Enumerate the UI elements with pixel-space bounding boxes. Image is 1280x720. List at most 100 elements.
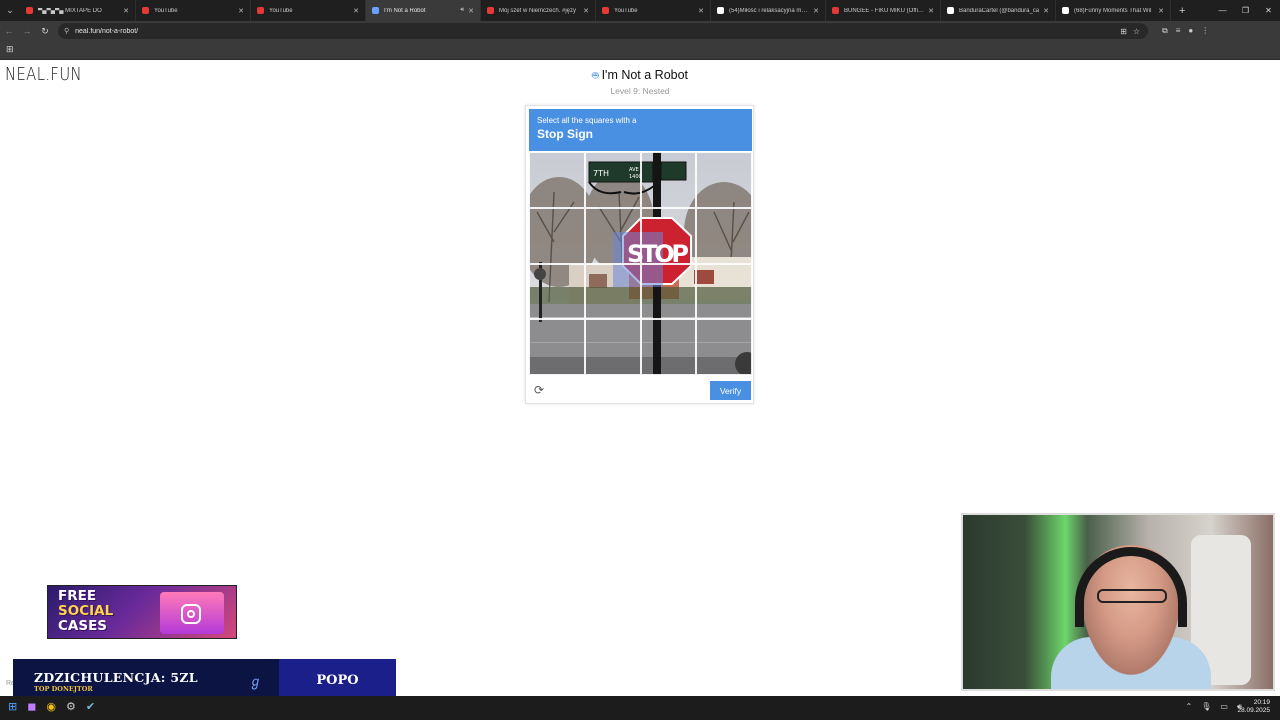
verify-button[interactable]: Verify bbox=[710, 381, 751, 400]
reload-icon[interactable]: ↻ bbox=[36, 21, 54, 41]
page-title: 🤖︎ I'm Not a Robot bbox=[0, 68, 1280, 84]
captcha-tile[interactable] bbox=[584, 207, 641, 264]
url-input[interactable] bbox=[75, 27, 976, 35]
captcha-tile[interactable] bbox=[529, 152, 585, 208]
captcha-footer: ⟳ Verify bbox=[526, 378, 753, 404]
captcha-tile[interactable] bbox=[529, 263, 585, 320]
captcha-tile[interactable] bbox=[640, 152, 697, 208]
tab-title: YouTube bbox=[154, 7, 178, 14]
app-icon-check[interactable]: ✔ bbox=[86, 700, 95, 713]
captcha-tile[interactable] bbox=[696, 319, 752, 375]
tab-close-icon[interactable]: ✕ bbox=[353, 7, 359, 15]
captcha-tile[interactable] bbox=[529, 207, 585, 264]
system-tray: ⌃ 🎙︎ ▭ 🔊︎ bbox=[1186, 702, 1242, 712]
promo-line-3: CASES bbox=[58, 618, 108, 634]
tab-favicon-icon bbox=[832, 7, 839, 14]
donation-logo-icon: ℊ bbox=[249, 674, 263, 689]
tab-title: YouTube bbox=[614, 7, 638, 14]
new-tab-icon[interactable]: + bbox=[1179, 5, 1185, 17]
captcha-tile[interactable] bbox=[696, 207, 752, 264]
tab-audio-icon[interactable]: 🔊︎ bbox=[460, 7, 464, 14]
captcha-tile[interactable] bbox=[696, 152, 752, 208]
tab-favicon-icon bbox=[257, 7, 264, 14]
tab-favicon-icon bbox=[1062, 7, 1069, 14]
browser-tab[interactable]: I'm Not a Robot 🔊︎ ✕ bbox=[366, 0, 481, 21]
media-control-icon[interactable]: ≡ bbox=[1176, 26, 1181, 36]
captcha-tile[interactable] bbox=[696, 263, 752, 320]
translate-icon[interactable]: ⊞ bbox=[1120, 27, 1127, 36]
browser-tab[interactable]: (54)Miłość i relaksacyjna muzy ✕ bbox=[711, 0, 826, 21]
tab-favicon-icon bbox=[602, 7, 609, 14]
tab-title: Mój szef w Niemczech. #języ bbox=[499, 7, 577, 14]
bookmark-star-icon[interactable]: ☆ bbox=[1133, 27, 1140, 36]
extensions-icon[interactable]: ⧉ bbox=[1162, 26, 1168, 36]
browser-tab[interactable]: ▀▄▀▄▀▄ MIXTAPE DO ✕ bbox=[20, 0, 136, 21]
restore-icon[interactable]: ❐ bbox=[1234, 0, 1257, 21]
windows-start-icon[interactable]: ⊞ bbox=[8, 700, 17, 713]
apps-grid-icon[interactable]: ⊞ bbox=[6, 44, 14, 55]
network-icon[interactable]: ▭ bbox=[1220, 702, 1228, 712]
captcha-tile[interactable] bbox=[640, 263, 697, 320]
instagram-icon bbox=[181, 604, 201, 624]
browser-tab[interactable]: BUNGEE - FIKU MIKU (Officia ✕ bbox=[826, 0, 941, 21]
app-icon-purple[interactable]: ◼ bbox=[27, 700, 36, 713]
browser-tab[interactable]: Mój szef w Niemczech. #języ ✕ bbox=[481, 0, 596, 21]
browser-tab[interactable]: YouTube ✕ bbox=[251, 0, 366, 21]
tray-chevron-icon[interactable]: ⌃ bbox=[1186, 702, 1193, 712]
promo-line-2: SOCIAL bbox=[58, 603, 114, 619]
tab-close-icon[interactable]: ✕ bbox=[813, 7, 819, 15]
minimize-icon[interactable]: — bbox=[1211, 0, 1234, 21]
captcha-widget: Select all the squares with a Stop Sign bbox=[525, 105, 754, 404]
browser-tab[interactable]: YouTube ✕ bbox=[136, 0, 251, 21]
tab-close-icon[interactable]: ✕ bbox=[1158, 7, 1164, 15]
browser-tab[interactable]: (68)Funny Moments That Wil ✕ bbox=[1056, 0, 1171, 21]
window-controls: — ❐ ✕ bbox=[1211, 0, 1280, 21]
captcha-tile[interactable] bbox=[640, 319, 697, 375]
tab-title: ▀▄▀▄▀▄ MIXTAPE DO bbox=[38, 7, 102, 14]
profile-avatar-icon[interactable]: ● bbox=[1188, 26, 1193, 36]
captcha-tile[interactable] bbox=[584, 263, 641, 320]
browser-tab[interactable]: BandurаCartel (@bandura_ca ✕ bbox=[941, 0, 1056, 21]
captcha-instruction: Select all the squares with a bbox=[537, 116, 637, 125]
page-content: NEAL.FUN 🤖︎ I'm Not a Robot Level 9: Nest… bbox=[0, 60, 1280, 705]
microphone-icon[interactable]: 🎙︎ bbox=[1201, 702, 1211, 712]
tab-search-icon[interactable]: ⌄ bbox=[0, 0, 20, 21]
tab-close-icon[interactable]: ✕ bbox=[1043, 7, 1049, 15]
omnibox[interactable]: ⚲ ⊞ ☆ bbox=[58, 23, 1148, 39]
captcha-reload-icon[interactable]: ⟳ bbox=[534, 383, 544, 397]
menu-kebab-icon[interactable]: ⋮ bbox=[1201, 26, 1209, 36]
level-label: Level 9: Nested bbox=[610, 86, 670, 96]
captcha-tile[interactable] bbox=[640, 207, 697, 264]
tab-favicon-icon bbox=[717, 7, 724, 14]
captcha-tile[interactable] bbox=[529, 319, 585, 375]
tab-close-icon[interactable]: ✕ bbox=[698, 7, 704, 15]
tab-close-icon[interactable]: ✕ bbox=[583, 7, 589, 15]
tab-title: BUNGEE - FIKU MIKU (Officia bbox=[844, 7, 925, 14]
tab-close-icon[interactable]: ✕ bbox=[123, 7, 129, 15]
donation-main-text: ZDZICHULENCJA: 5ZL bbox=[34, 670, 198, 685]
tab-close-icon[interactable]: ✕ bbox=[468, 7, 474, 15]
tab-title: I'm Not a Robot bbox=[384, 7, 426, 14]
app-icon-gear[interactable]: ⚙ bbox=[66, 700, 76, 713]
back-icon[interactable]: ← bbox=[0, 21, 18, 41]
promo-banner: FREE SOCIAL CASES bbox=[47, 585, 237, 639]
clock-time: 20:19 bbox=[1253, 699, 1270, 706]
close-window-icon[interactable]: ✕ bbox=[1257, 0, 1280, 21]
browser-tab[interactable]: YouTube ✕ bbox=[596, 0, 711, 21]
tab-strip: ▀▄▀▄▀▄ MIXTAPE DO ✕ YouTube ✕ YouTube ✕ I'm No… bbox=[20, 0, 1171, 21]
tab-title: BandurаCartel (@bandura_ca bbox=[959, 7, 1040, 14]
tab-close-icon[interactable]: ✕ bbox=[928, 7, 934, 15]
forward-icon[interactable]: → bbox=[18, 21, 36, 41]
taskbar-apps: ⊞ ◼ ◉ ⚙ ✔ bbox=[8, 700, 95, 713]
webcam-glasses bbox=[1097, 589, 1167, 603]
captcha-tile[interactable] bbox=[584, 319, 641, 375]
taskbar-clock[interactable]: 20:19 28.09.2025 bbox=[1237, 699, 1270, 715]
captcha-tile[interactable] bbox=[584, 152, 641, 208]
donation-sub-text: TOP DONEJTOR bbox=[34, 685, 93, 693]
promo-line-1: FREE bbox=[58, 588, 97, 604]
tab-close-icon[interactable]: ✕ bbox=[238, 7, 244, 15]
tab-title: (54)Miłość i relaksacyjna muzy bbox=[729, 7, 810, 14]
site-info-icon[interactable]: ⚲ bbox=[64, 27, 69, 35]
chrome-icon[interactable]: ◉ bbox=[46, 700, 56, 713]
clock-date: 28.09.2025 bbox=[1237, 707, 1270, 714]
